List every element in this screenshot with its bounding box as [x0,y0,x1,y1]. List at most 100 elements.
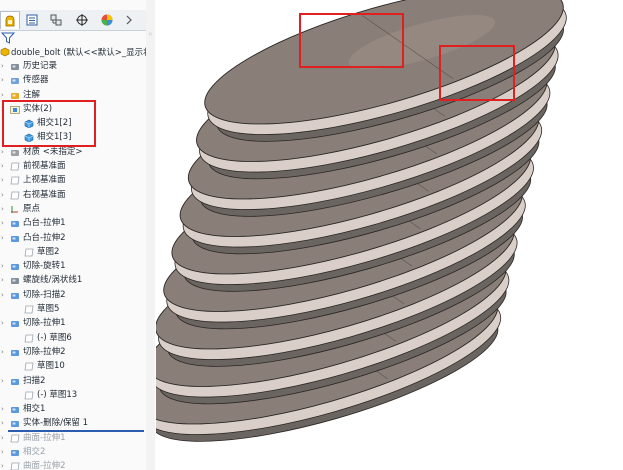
feature-tree-item-label: 草图5 [37,304,60,315]
expand-arrow-icon[interactable]: › [1,259,4,273]
expand-arrow-icon[interactable]: › [1,345,4,359]
part-icon [0,47,10,57]
feature-tree-item-label: 切除-扫描2 [23,289,66,300]
feature-tree-item[interactable]: › 凸台-拉伸2 [0,231,146,245]
history-icon [11,64,19,70]
feature-tree-item[interactable]: › 相交1 [0,402,146,416]
dimxpert-tab[interactable] [72,11,92,29]
feature-tree-item[interactable]: › 传感器 [0,73,146,87]
feature-tree-item-label: 螺旋线/涡状线1 [23,275,83,286]
feature-tree-item-label: 切除-拉伸1 [23,318,66,329]
plane-icon [10,176,20,185]
expand-arrow-icon[interactable]: › [1,216,4,230]
feature-tree-item[interactable]: › 相交2 [0,445,146,459]
annotation-icon [11,92,19,99]
crosshair-icon [76,14,88,26]
configuration-manager-tab[interactable] [46,11,66,29]
feature-tree-item-label: 前视基准面 [23,161,66,172]
feature-tree-item[interactable]: › 上视基准面 [0,173,146,187]
expand-arrow-icon[interactable]: › [1,231,4,245]
feature-tree-item-label: 上视基准面 [23,175,66,186]
feature-tree-item-label: 凸台-拉伸1 [23,218,66,229]
expand-arrow-icon[interactable]: › [1,402,4,416]
feature-tree-item[interactable]: › 切除-拉伸1 [0,316,146,330]
feature-tree-item-label: 草图2 [37,246,60,257]
expand-arrow-icon[interactable]: › [1,431,4,445]
expand-arrow-icon[interactable]: › [1,202,4,216]
sketch-icon [24,334,34,343]
feature-tree-item[interactable]: 草图10 [0,359,146,373]
feature-manager-tab[interactable] [0,11,20,29]
origin-icon [11,205,18,213]
sweep-icon [11,378,19,385]
expand-arrow-icon[interactable]: › [1,374,4,388]
feature-tree-item[interactable]: › 切除-拉伸2 [0,345,146,359]
feature-tree-item-label: 传感器 [23,75,49,86]
feature-tree-item-label: (-) 草图13 [37,389,78,400]
sketch-icon [24,305,34,314]
feature-tree-item-label: 切除-拉伸2 [23,346,66,357]
sketch-icon [24,248,34,257]
feature-tree-item[interactable]: › 凸台-拉伸1 [0,216,146,230]
feature-tree-item[interactable]: › 原点 [0,202,146,216]
feature-tree-item[interactable]: › 前视基准面 [0,159,146,173]
feature-tree-item-label: 相交2 [23,447,46,458]
feature-tree-item[interactable]: › 切除-扫描2 [0,288,146,302]
surface-extrude-icon [10,462,20,470]
feature-tree-item[interactable]: › 右视基准面 [0,188,146,202]
expand-arrow-icon[interactable]: › [1,273,4,287]
feature-tree-item[interactable]: › 扫描2 [0,374,146,388]
sweep-cut-icon [11,292,19,299]
property-manager-tab[interactable] [22,11,42,29]
feature-tree-item[interactable]: (-) 草图6 [0,331,146,345]
chevron-right-icon [126,15,132,25]
expand-arrow-icon[interactable]: › [1,445,4,459]
feature-tree-item[interactable]: (-) 草图13 [0,388,146,402]
expand-arrow-icon[interactable]: › [1,73,4,87]
feature-tree-item[interactable]: › 实体-删除/保留 1 [0,416,146,430]
intersect-icon [11,407,19,414]
expand-arrow-icon[interactable]: › [1,316,4,330]
feature-tree-item-label: 切除-旋转1 [23,261,66,272]
extrude-icon [11,235,19,242]
feature-tree-item[interactable]: 草图5 [0,302,146,316]
intersect-icon [11,450,19,457]
expand-arrow-icon[interactable]: › [1,188,4,202]
expand-arrow-icon[interactable]: › [1,59,4,73]
feature-tree-item[interactable]: 草图2 [0,245,146,259]
feature-tree-item-label: 扫描2 [23,375,46,386]
part-root-label: double_bolt (默认<<默认>_显示状态 [11,48,147,58]
tab-scroll-right[interactable] [122,11,136,29]
expand-arrow-icon[interactable]: › [1,416,4,430]
feature-tree-item-label: 曲面-拉伸2 [23,461,66,470]
sketch-icon [24,362,34,371]
panel-splitter[interactable]: ◦ [146,0,155,470]
feature-manager-panel: double_bolt (默认<<默认>_显示状态 › 历史记录 › 传感器 › 注解 › 实… [0,0,147,470]
feature-tree-item-label: 原点 [23,203,41,214]
feature-tree-item[interactable]: › 曲面-拉伸2 [0,459,146,470]
expand-arrow-icon[interactable]: › [1,459,4,470]
part-root[interactable]: double_bolt (默认<<默认>_显示状态 [0,45,146,59]
plane-icon [10,162,20,171]
expand-arrow-icon[interactable]: › [1,173,4,187]
feature-tree-item[interactable]: › 曲面-拉伸1 [0,431,146,445]
filter-icon[interactable] [1,32,15,44]
splitter-grip-icon: ◦ [148,30,153,39]
feature-tree-item-label: 历史记录 [23,61,58,71]
expand-arrow-icon[interactable]: › [1,159,4,173]
feature-tree-item-label: 草图10 [37,361,65,372]
rollback-bar[interactable] [8,430,144,432]
sketch-icon [24,391,34,400]
plane-icon [10,191,20,200]
material-icon [11,149,19,156]
feature-tree-item[interactable]: › 历史记录 [0,59,146,73]
feature-tree-item[interactable]: › 切除-旋转1 [0,259,146,273]
extrude-icon [11,221,19,228]
expand-arrow-icon[interactable]: › [1,288,4,302]
display-manager-tab[interactable] [97,11,117,29]
sensor-icon [11,78,19,85]
panel-tab-bar [0,10,146,31]
graphics-area[interactable] [156,0,623,470]
feature-tree-item[interactable]: › 螺旋线/涡状线1 [0,273,146,287]
revolve-cut-icon [11,264,19,271]
